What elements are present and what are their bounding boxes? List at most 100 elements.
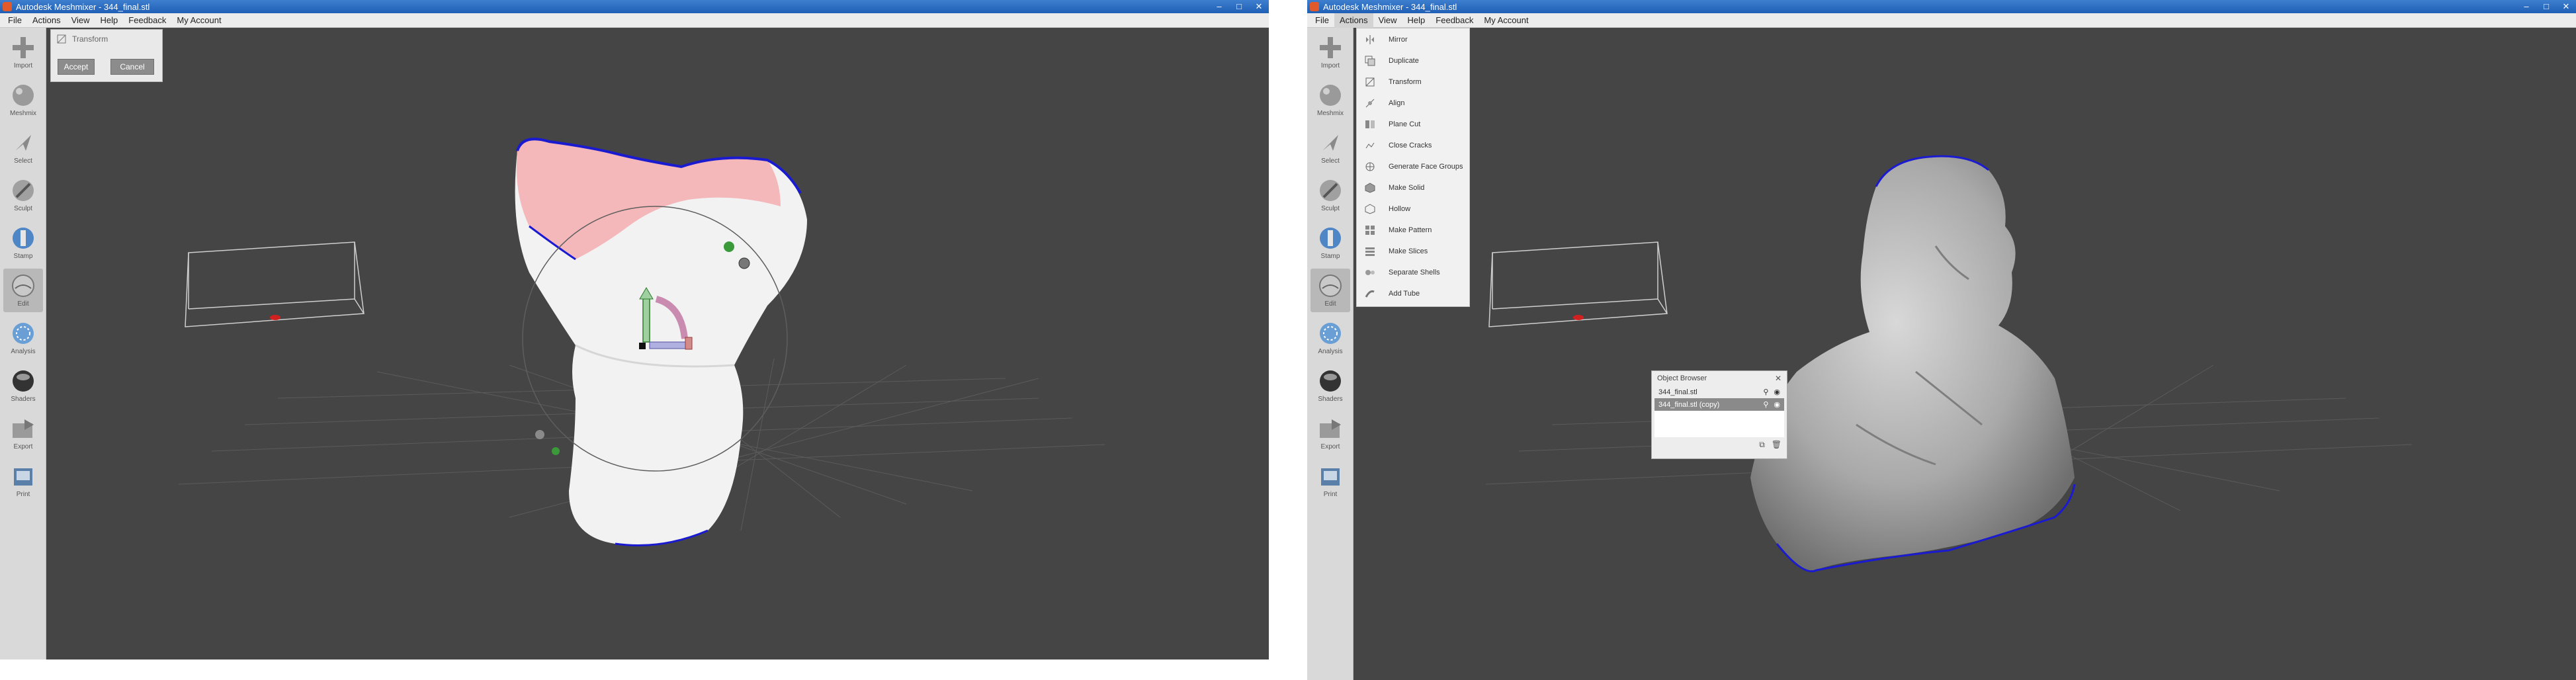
minimize-button[interactable]: –	[2516, 1, 2536, 13]
tool-meshmix[interactable]: Meshmix	[1310, 78, 1350, 122]
tool-sculpt[interactable]: Sculpt	[1310, 173, 1350, 217]
stamp-icon	[1320, 228, 1341, 249]
tool-export[interactable]: Export	[1310, 411, 1350, 455]
tool-analysis[interactable]: Analysis	[1310, 316, 1350, 360]
menu-feedback[interactable]: Feedback	[1430, 13, 1479, 28]
menu-view[interactable]: View	[1373, 13, 1402, 28]
close-icon[interactable]: ✕	[1775, 374, 1782, 383]
eye-icon[interactable]: ◉	[1774, 400, 1780, 409]
actions-dropdown-menu: Mirror Duplicate Transform Align Plane C…	[1356, 28, 1470, 307]
menu-item-separate-shells[interactable]: Separate Shells	[1357, 264, 1469, 281]
pivot-handle-grey[interactable]	[738, 257, 750, 269]
close-cracks-icon	[1365, 140, 1375, 151]
menu-item-label: Align	[1389, 99, 1405, 107]
title-bar[interactable]: Autodesk Meshmixer - 344_final.stl – □ ✕	[1307, 0, 2576, 13]
menu-actions[interactable]: Actions	[1334, 13, 1373, 28]
menu-my-account[interactable]: My Account	[1479, 13, 1533, 28]
object-row-selected[interactable]: 344_final.stl (copy) ⚲ ◉	[1654, 398, 1784, 411]
maximize-button[interactable]: □	[2536, 1, 2556, 13]
pivot-handle-green[interactable]	[724, 241, 734, 252]
tool-label: Select	[14, 157, 32, 165]
close-button[interactable]: ✕	[2556, 1, 2576, 13]
tool-import[interactable]: Import	[3, 30, 43, 74]
tool-label: Export	[1320, 443, 1340, 450]
lock-icon[interactable]: ⚲	[1763, 400, 1768, 409]
ring-handle-green[interactable]	[552, 447, 560, 455]
menu-item-add-tube[interactable]: Add Tube	[1357, 285, 1469, 302]
tool-select[interactable]: Select	[1310, 126, 1350, 169]
menu-view[interactable]: View	[66, 13, 95, 28]
lock-icon[interactable]: ⚲	[1763, 388, 1768, 396]
menu-item-label: Duplicate	[1389, 57, 1419, 65]
tool-print[interactable]: Print	[1310, 459, 1350, 503]
object-row[interactable]: 344_final.stl ⚲ ◉	[1654, 386, 1784, 398]
object-browser-panel: Object Browser ✕ 344_final.stl ⚲ ◉ 344_fi…	[1651, 370, 1787, 459]
duplicate-object-icon[interactable]: ⧉	[1759, 440, 1765, 450]
menu-feedback[interactable]: Feedback	[123, 13, 171, 28]
menu-item-make-pattern[interactable]: Make Pattern	[1357, 222, 1469, 239]
menu-item-duplicate[interactable]: Duplicate	[1357, 52, 1469, 69]
export-folder-icon	[13, 419, 34, 438]
menu-item-align[interactable]: Align	[1357, 95, 1469, 112]
menu-help[interactable]: Help	[95, 13, 124, 28]
menu-item-plane-cut[interactable]: Plane Cut	[1357, 116, 1469, 133]
menu-my-account[interactable]: My Account	[171, 13, 226, 28]
eye-icon[interactable]: ◉	[1774, 388, 1780, 396]
menu-actions[interactable]: Actions	[27, 13, 66, 28]
make-pattern-icon	[1365, 225, 1375, 235]
scene-canvas[interactable]	[1353, 28, 2576, 680]
menu-item-make-solid[interactable]: Make Solid	[1357, 179, 1469, 196]
plus-icon	[13, 37, 34, 58]
menu-item-close-cracks[interactable]: Close Cracks	[1357, 137, 1469, 154]
menu-file[interactable]: File	[1310, 13, 1334, 28]
tool-edit[interactable]: Edit	[3, 269, 43, 312]
accept-button[interactable]: Accept	[58, 59, 95, 75]
tool-shaders[interactable]: Shaders	[1310, 364, 1350, 407]
bust-model[interactable]	[1750, 156, 2075, 572]
maximize-button[interactable]: □	[1229, 1, 1249, 13]
arrow-cursor-icon	[1322, 135, 1338, 151]
tool-label: Sculpt	[1321, 205, 1340, 212]
meshmixer-window-right: Autodesk Meshmixer - 344_final.stl – □ ✕…	[1307, 0, 2576, 680]
tool-stamp[interactable]: Stamp	[1310, 221, 1350, 265]
x-scale-handle[interactable]	[685, 337, 693, 350]
menu-item-label: Make Slices	[1389, 247, 1428, 255]
tool-label: Edit	[1324, 300, 1336, 308]
menu-item-label: Close Cracks	[1389, 142, 1432, 149]
menu-item-hollow[interactable]: Hollow	[1357, 200, 1469, 218]
menu-item-generate-face-groups[interactable]: Generate Face Groups	[1357, 158, 1469, 175]
close-button[interactable]: ✕	[1249, 1, 1269, 13]
tool-sculpt[interactable]: Sculpt	[3, 173, 43, 217]
minimize-button[interactable]: –	[1209, 1, 1229, 13]
menu-item-mirror[interactable]: Mirror	[1357, 31, 1469, 48]
tool-analysis[interactable]: Analysis	[3, 316, 43, 360]
tool-stamp[interactable]: Stamp	[3, 221, 43, 265]
menu-help[interactable]: Help	[1402, 13, 1431, 28]
tool-label: Analysis	[1318, 348, 1343, 355]
tool-print[interactable]: Print	[3, 459, 43, 503]
window-title: Autodesk Meshmixer - 344_final.stl	[1323, 1, 1457, 12]
title-bar[interactable]: Autodesk Meshmixer - 344_final.stl – □ ✕	[0, 0, 1269, 13]
menu-file[interactable]: File	[3, 13, 27, 28]
menu-item-make-slices[interactable]: Make Slices	[1357, 243, 1469, 260]
3d-viewport[interactable]	[1353, 28, 2576, 680]
edit-sphere-icon	[1319, 275, 1342, 297]
tool-edit[interactable]: Edit	[1310, 269, 1350, 312]
3d-viewport[interactable]	[46, 28, 1269, 659]
x-axis-handle[interactable]	[649, 341, 690, 349]
trash-icon[interactable]: 🗑	[1772, 440, 1782, 450]
menu-item-transform[interactable]: Transform	[1357, 73, 1469, 91]
cancel-button[interactable]: Cancel	[110, 59, 154, 75]
tool-shaders[interactable]: Shaders	[3, 364, 43, 407]
brush-icon	[1320, 180, 1341, 201]
gizmo-center[interactable]	[639, 343, 646, 349]
y-axis-handle[interactable]	[642, 295, 650, 343]
ring-handle-grey[interactable]	[535, 430, 544, 439]
plane-cut-icon	[1365, 119, 1375, 130]
tool-export[interactable]: Export	[3, 411, 43, 455]
tool-meshmix[interactable]: Meshmix	[3, 78, 43, 122]
tool-select[interactable]: Select	[3, 126, 43, 169]
scene-canvas[interactable]	[46, 28, 1269, 659]
menu-item-label: Hollow	[1389, 205, 1411, 213]
tool-import[interactable]: Import	[1310, 30, 1350, 74]
